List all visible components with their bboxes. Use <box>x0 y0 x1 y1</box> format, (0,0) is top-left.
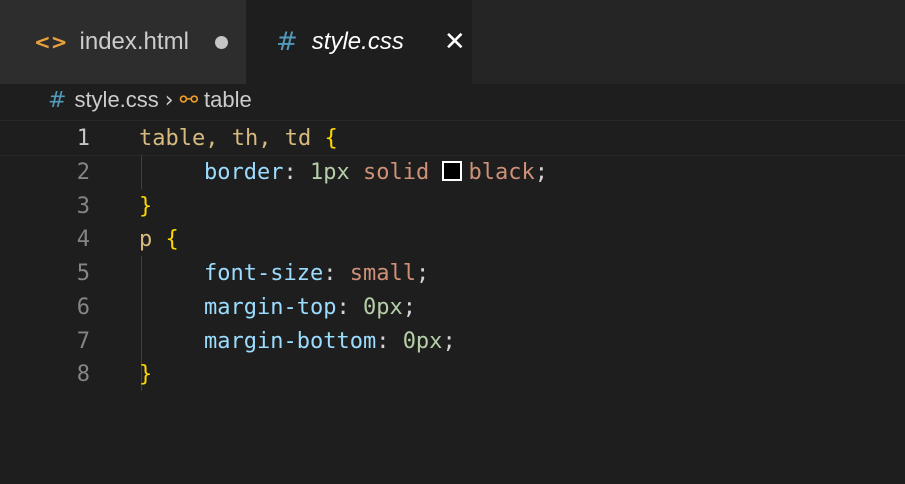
code-line[interactable]: 5 font-size: small; <box>0 256 905 290</box>
css-hash-icon: # <box>276 27 298 57</box>
line-number: 6 <box>76 294 90 320</box>
css-property: border <box>204 159 284 185</box>
color-swatch[interactable] <box>442 160 463 181</box>
line-number: 5 <box>76 260 90 286</box>
line-number: 1 <box>76 125 90 151</box>
css-number: 1px <box>309 159 350 185</box>
code-editor-window: <> index.html # style.css ✕ # style.css … <box>0 0 905 484</box>
breadcrumb-file[interactable]: style.css <box>74 87 158 113</box>
css-value: small <box>349 260 416 286</box>
chevron-right-icon: › <box>164 87 174 113</box>
tab-index-html[interactable]: <> index.html <box>0 0 246 84</box>
close-brace: } <box>139 193 153 219</box>
css-number: 0px <box>402 328 443 354</box>
code-line[interactable]: 1 table, th, td { <box>0 121 905 155</box>
line-number: 3 <box>76 193 90 219</box>
unsaved-dot-icon[interactable] <box>214 35 228 49</box>
css-value: solid <box>362 159 430 185</box>
breadcrumb: # style.css › ⚯ table <box>0 84 905 116</box>
css-selector: table, th, td <box>139 125 312 151</box>
close-brace: } <box>139 361 153 387</box>
code-line[interactable]: 3 } <box>0 189 905 223</box>
css-number: 0px <box>362 294 403 320</box>
open-brace: { <box>324 125 338 151</box>
html-code-icon: <> <box>34 30 68 54</box>
breadcrumb-symbol[interactable]: table <box>204 87 252 113</box>
tab-label: index.html <box>79 28 189 55</box>
line-number: 7 <box>76 328 90 354</box>
code-line[interactable]: 7 margin-bottom: 0px; <box>0 324 905 358</box>
tab-label: style.css <box>311 28 404 55</box>
line-number: 8 <box>76 361 90 387</box>
css-selector: p <box>139 226 153 252</box>
line-number: 4 <box>76 226 90 252</box>
tab-style-css[interactable]: # style.css ✕ <box>246 0 472 84</box>
tab-bar: <> index.html # style.css ✕ <box>0 0 905 84</box>
line-number: 2 <box>76 159 90 185</box>
code-line[interactable]: 6 margin-top: 0px; <box>0 290 905 324</box>
editor-pane[interactable]: 1 table, th, td { 2 border: 1px solid bl… <box>0 117 905 484</box>
code-line[interactable]: 2 border: 1px solid black; <box>0 155 905 189</box>
css-property: margin-bottom <box>204 328 377 354</box>
open-brace: { <box>165 226 179 252</box>
code-line[interactable]: 4 p { <box>0 222 905 256</box>
code-line[interactable]: 8 } <box>0 357 905 391</box>
css-color-value: black <box>468 159 535 185</box>
css-hash-icon: # <box>48 87 67 113</box>
css-selector-symbol-icon: ⚯ <box>179 87 199 113</box>
css-property: font-size <box>204 260 324 286</box>
close-icon[interactable]: ✕ <box>444 27 466 57</box>
css-property: margin-top <box>204 294 337 320</box>
